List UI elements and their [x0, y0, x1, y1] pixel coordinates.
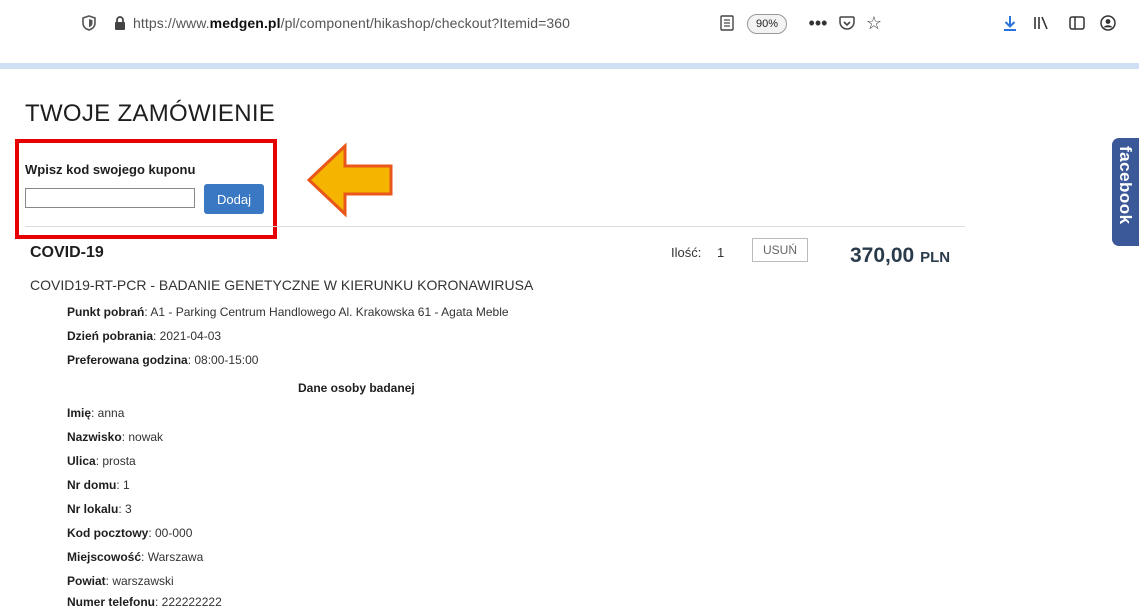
download-icon[interactable] — [1001, 13, 1019, 33]
detail-label: Dzień pobrania — [67, 329, 154, 343]
divider — [25, 226, 965, 227]
person-value: : warszawski — [105, 574, 174, 588]
person-row: Nr lokalu: 3 — [67, 502, 132, 516]
person-value: : 1 — [116, 478, 130, 492]
shield-icon[interactable] — [80, 13, 98, 33]
detail-value: : A1 - Parking Centrum Handlowego Al. Kr… — [144, 305, 509, 319]
sidebar-icon[interactable] — [1068, 13, 1086, 33]
page-title: TWOJE ZAMÓWIENIE — [25, 100, 276, 127]
arrow-annotation — [306, 142, 393, 218]
person-label: Nr domu — [67, 478, 117, 492]
person-label: Miejscowość — [67, 550, 142, 564]
url-path: /pl/component/hikashop/checkout?Itemid=3… — [280, 15, 571, 31]
detail-row: Dzień pobrania: 2021-04-03 — [67, 329, 221, 343]
library-icon[interactable] — [1032, 13, 1050, 33]
remove-item-button[interactable]: USUŃ — [752, 238, 808, 262]
item-price: 370,00 PLN — [850, 244, 950, 268]
product-name: COVID-19 — [30, 244, 104, 261]
detail-value: : 2021-04-03 — [153, 329, 222, 343]
address-bar[interactable]: https://www.medgen.pl/pl/component/hikas… — [133, 15, 570, 31]
person-row: Nazwisko: nowak — [67, 430, 163, 444]
person-value: : 222222222 — [155, 595, 222, 609]
person-row: Nr domu: 1 — [67, 478, 130, 492]
person-row: Imię: anna — [67, 406, 124, 420]
highlight-box — [15, 139, 277, 239]
person-value: : 3 — [118, 502, 132, 516]
url-prefix: https://www. — [133, 15, 210, 31]
person-label: Nazwisko — [67, 430, 122, 444]
person-row: Numer telefonu: 222222222 — [67, 595, 222, 609]
facebook-tab[interactable]: facebook — [1112, 138, 1139, 246]
browser-toolbar: https://www.medgen.pl/pl/component/hikas… — [0, 0, 1139, 50]
detail-label: Preferowana godzina — [67, 353, 188, 367]
price-amount: 370,00 — [850, 244, 915, 267]
person-label: Imię — [67, 406, 92, 420]
zoom-level[interactable]: 90% — [747, 14, 788, 34]
star-icon[interactable]: ☆ — [865, 13, 883, 33]
facebook-label: facebook — [1116, 146, 1135, 225]
page-header-band — [0, 63, 1139, 69]
detail-row: Preferowana godzina: 08:00-15:00 — [67, 353, 258, 367]
person-value: : anna — [91, 406, 125, 420]
person-row: Kod pocztowy: 00-000 — [67, 526, 192, 540]
person-value: : prosta — [95, 454, 136, 468]
detail-value: : 08:00-15:00 — [187, 353, 259, 367]
person-value: : nowak — [121, 430, 164, 444]
product-description: COVID19-RT-PCR - BADANIE GENETYCZNE W KI… — [30, 277, 534, 293]
person-label: Powiat — [67, 574, 106, 588]
detail-label: Punkt pobrań — [67, 305, 145, 319]
person-label: Kod pocztowy — [67, 526, 149, 540]
person-label: Ulica — [67, 454, 96, 468]
person-section-heading: Dane osoby badanej — [298, 381, 415, 395]
account-icon[interactable] — [1099, 13, 1117, 33]
quantity-value: 1 — [717, 245, 725, 260]
lock-icon[interactable] — [112, 13, 128, 33]
person-row: Miejscowość: Warszawa — [67, 550, 203, 564]
person-value: : 00-000 — [148, 526, 193, 540]
person-label: Nr lokalu — [67, 502, 119, 516]
detail-row: Punkt pobrań: A1 - Parking Centrum Handl… — [67, 305, 509, 319]
person-row: Ulica: prosta — [67, 454, 136, 468]
url-domain: medgen.pl — [209, 15, 281, 31]
person-row: Powiat: warszawski — [67, 574, 174, 588]
person-value: : Warszawa — [141, 550, 204, 564]
person-label: Numer telefonu — [67, 595, 156, 609]
price-currency: PLN — [920, 249, 951, 266]
more-icon[interactable]: ••• — [807, 13, 829, 33]
reader-view-icon[interactable] — [718, 13, 736, 33]
pocket-icon[interactable] — [838, 13, 856, 33]
quantity-label: Ilość: — [671, 245, 702, 260]
